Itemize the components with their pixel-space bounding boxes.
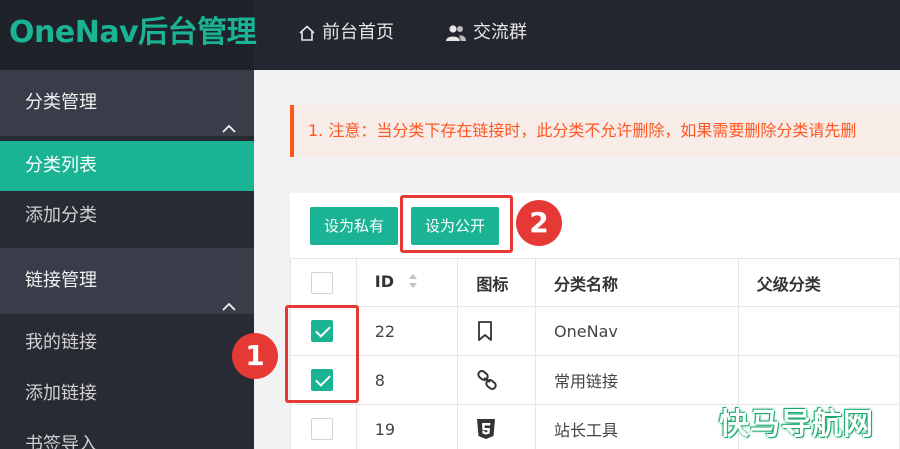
sidebar-item-add-category[interactable]: 添加分类 [0,191,254,241]
select-all-checkbox[interactable] [311,271,333,294]
row-name: 常用链接 [535,355,739,405]
sidebar-item-category-list[interactable]: 分类列表 [0,141,254,191]
sidebar-item-label: 书签导入 [25,434,97,449]
bookmark-icon [476,320,535,342]
table-row[interactable]: 8 常用链接 [290,355,900,405]
row-name: 站长工具 [535,404,739,449]
table-row[interactable]: 22 OneNav [290,306,900,356]
sidebar-group-label: 链接管理 [25,270,97,291]
sort-icon[interactable] [408,273,418,293]
sidebar-group-links[interactable]: 链接管理 [0,248,254,314]
row-checkbox[interactable] [311,418,333,440]
users-icon [445,24,467,42]
sidebar-group-label: 分类管理 [25,92,97,113]
sidebar: 分类管理 分类列表 添加分类 链接管理 我的链接 添加链接 书签导入 [0,70,254,449]
html5-icon [476,418,535,440]
watermark-text: 快马导航网 [719,407,874,442]
sidebar-item-add-link[interactable]: 添加链接 [0,369,254,419]
notice-banner: 1. 注意：当分类下存在链接时，此分类不允许删除，如果需要删除分类请先删 [290,105,900,157]
sidebar-item-bookmark-import[interactable]: 书签导入 [0,420,254,449]
row-parent [737,355,900,405]
set-private-button[interactable]: 设为私有 [310,207,398,245]
home-icon [298,24,316,42]
sidebar-item-my-links[interactable]: 我的链接 [0,318,254,368]
column-header-name: 分类名称 [535,258,739,307]
column-header-label: 图标 [476,274,509,294]
column-header-parent: 父级分类 [737,258,900,307]
nav-group-chat[interactable]: 交流群 [445,0,527,66]
top-header: OneNav后台管理 前台首页 交流群 [0,0,900,70]
app-logo[interactable]: OneNav后台管理 [0,0,257,70]
column-header-icon: 图标 [457,258,537,307]
annotation-box-checkboxes [285,305,359,403]
column-header-id[interactable]: ID [355,258,459,307]
select-all-cell[interactable] [290,258,357,307]
annotation-badge-2: 2 [516,200,562,246]
main-content: 1. 注意：当分类下存在链接时，此分类不允许删除，如果需要删除分类请先删 设为私… [232,70,900,449]
row-id: 22 [355,306,459,356]
sidebar-group-category[interactable]: 分类管理 [0,70,254,136]
row-icon-cell [457,355,537,405]
nav-home-label: 前台首页 [322,22,394,43]
table-header-row: ID 图标 分类名称 父级分类 [290,258,900,307]
sidebar-item-label: 分类列表 [25,155,97,176]
row-id: 8 [355,355,459,405]
annotation-box-public-button [400,195,513,253]
row-icon-cell [457,404,537,449]
sidebar-item-label: 我的链接 [25,332,97,353]
sidebar-item-label: 添加分类 [25,205,97,226]
sidebar-item-label: 添加链接 [25,383,97,404]
annotation-badge-1: 1 [232,333,278,379]
column-header-label: 父级分类 [756,274,821,294]
link-icon [476,369,535,391]
column-header-label: ID [374,272,394,292]
nav-group-chat-label: 交流群 [473,22,527,43]
row-name: OneNav [535,306,739,356]
row-parent [737,306,900,356]
nav-home[interactable]: 前台首页 [298,0,394,66]
row-id: 19 [355,404,459,449]
row-select-cell[interactable] [290,404,357,449]
row-icon-cell [457,306,537,356]
column-header-label: 分类名称 [554,274,619,294]
